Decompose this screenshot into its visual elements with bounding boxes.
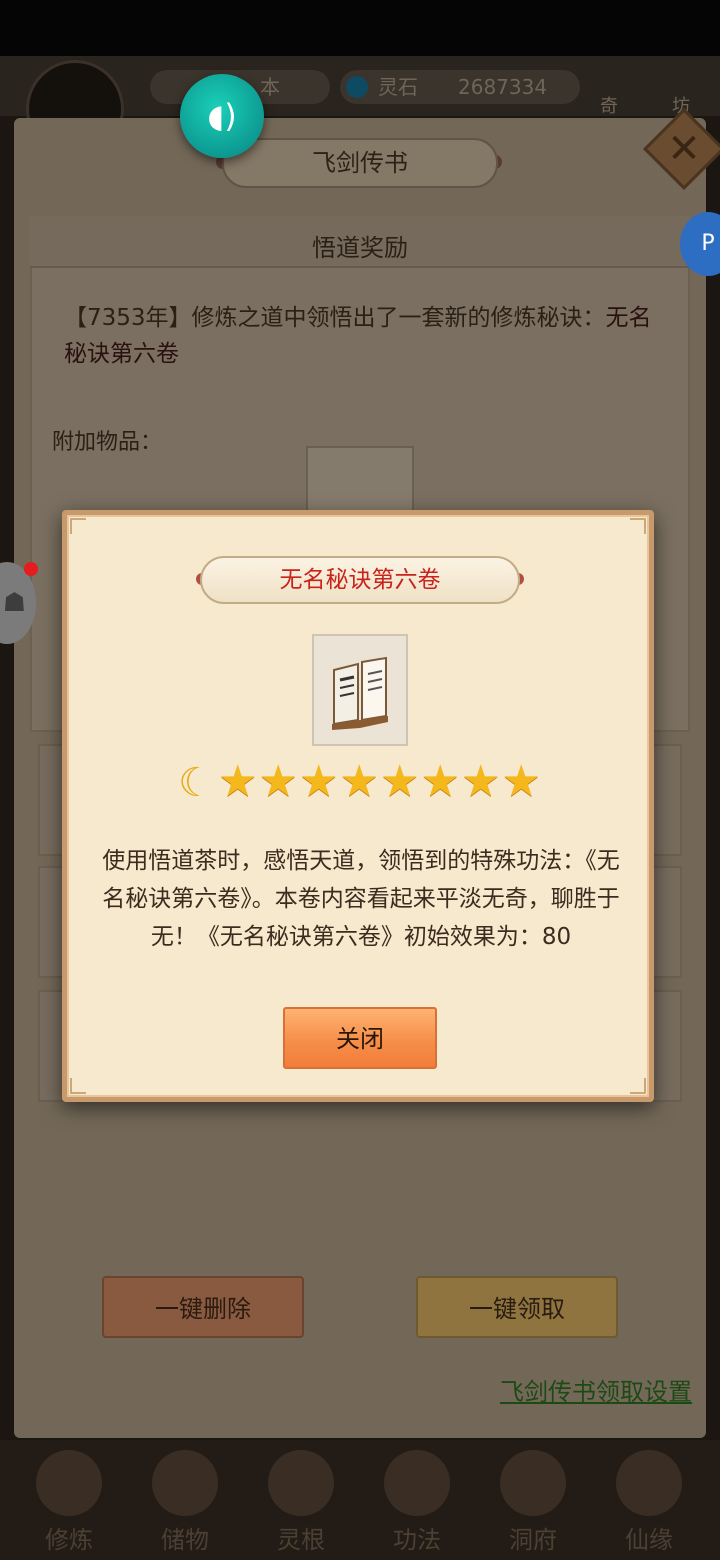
- reward-title: 悟道奖励: [312, 234, 408, 262]
- nav-item-cave[interactable]: 洞府: [478, 1444, 588, 1556]
- moon-icon: ☾: [178, 760, 214, 806]
- panel-title: 飞剑传书: [222, 138, 498, 188]
- top-right-tag-1: 奇: [600, 96, 618, 117]
- book-icon: [332, 656, 388, 730]
- cave-icon: [500, 1450, 566, 1516]
- attach-label: 附加物品：: [52, 430, 163, 455]
- reward-message-text: 【7353年】修炼之道中领悟出了一套新的修炼秘诀：: [64, 305, 606, 331]
- skills-icon: [384, 1450, 450, 1516]
- modal-corner: [630, 1078, 646, 1094]
- cultivate-icon: [36, 1450, 102, 1516]
- nav-item-storage[interactable]: 储物: [130, 1444, 240, 1556]
- modal-title: 无名秘诀第六卷: [200, 556, 520, 604]
- delete-all-button[interactable]: 一键删除: [102, 1276, 304, 1338]
- star-icon: ★: [218, 756, 258, 807]
- close-x-icon: ✕: [667, 126, 701, 172]
- star-icon: ★: [461, 756, 501, 807]
- modal-corner: [630, 518, 646, 534]
- nav-item-skills[interactable]: 功法: [362, 1444, 472, 1556]
- item-description: 使用悟道茶时，感悟天道，领悟到的特殊功法：《无名秘诀第六卷》。本卷内容看起来平淡…: [102, 848, 620, 950]
- star-icon: ★: [258, 756, 298, 807]
- fate-icon: [616, 1450, 682, 1516]
- status-bar: [0, 0, 720, 56]
- star-icon: ★: [380, 756, 420, 807]
- collect-all-button[interactable]: 一键领取: [416, 1276, 618, 1338]
- modal-corner: [70, 1078, 86, 1094]
- spirit-stone-count: 2687334: [458, 75, 548, 99]
- nav-item-fate[interactable]: 仙缘: [594, 1444, 704, 1556]
- star-icon: ★: [339, 756, 379, 807]
- spirit-stone-icon: [346, 76, 368, 98]
- close-modal-button[interactable]: 关闭: [283, 1007, 437, 1069]
- storage-icon: [152, 1450, 218, 1516]
- reward-message: 【7353年】修炼之道中领悟出了一套新的修炼秘诀：无名秘诀第六卷: [64, 300, 654, 372]
- nav-item-cultivate[interactable]: 修炼: [14, 1444, 124, 1556]
- star-icon: ★: [299, 756, 339, 807]
- notification-dot: [24, 562, 38, 576]
- star-icon: ★: [501, 756, 541, 807]
- nav-item-spirit-root[interactable]: 灵根: [246, 1444, 356, 1556]
- spirit-root-icon: [268, 1450, 334, 1516]
- modal-corner: [70, 518, 86, 534]
- sound-icon[interactable]: ◖): [180, 74, 264, 158]
- star-icon: ★: [420, 756, 460, 807]
- mail-settings-link[interactable]: 飞剑传书领取设置: [500, 1372, 692, 1407]
